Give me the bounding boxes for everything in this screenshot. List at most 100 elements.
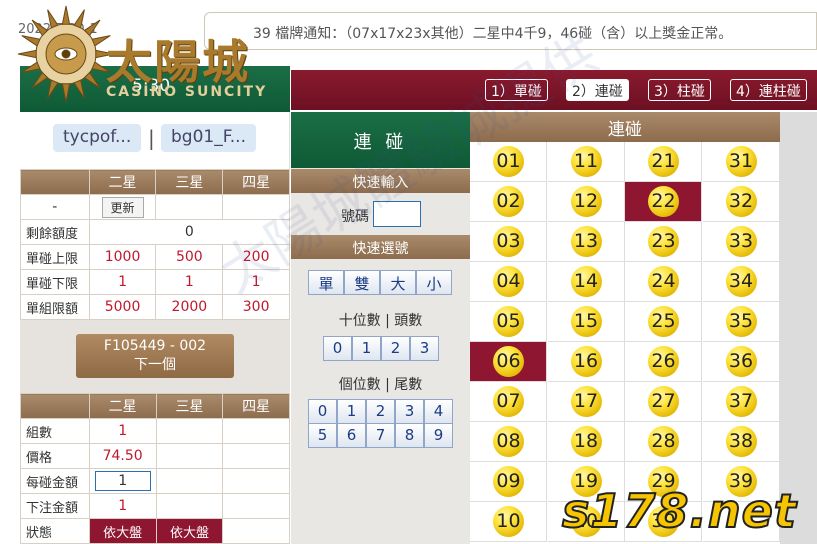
big-button[interactable]: 大 — [380, 270, 416, 295]
number-ball[interactable]: 35 — [725, 306, 757, 337]
number-ball[interactable]: 38 — [725, 426, 757, 457]
ball-cell[interactable]: 04 — [470, 262, 547, 302]
ball-cell[interactable]: 12 — [547, 182, 625, 222]
number-ball[interactable]: 15 — [570, 306, 602, 337]
tab-column[interactable]: 3）柱碰 — [648, 79, 711, 101]
ball-cell[interactable]: 32 — [702, 182, 780, 222]
number-ball[interactable]: 16 — [570, 346, 602, 377]
units-button-4[interactable]: 4 — [424, 399, 453, 424]
units-button-8[interactable]: 8 — [395, 423, 424, 448]
ball-cell[interactable]: 14 — [547, 262, 625, 302]
number-ball[interactable]: 01 — [493, 146, 524, 177]
odd-button[interactable]: 單 — [308, 270, 344, 295]
number-ball[interactable]: 23 — [648, 226, 679, 257]
ball-cell[interactable]: 28 — [625, 422, 702, 462]
user-account-chip[interactable]: tycpof... — [53, 124, 142, 152]
number-ball[interactable]: 02 — [493, 186, 524, 217]
number-ball[interactable]: 37 — [725, 386, 757, 417]
number-ball[interactable]: 10 — [493, 506, 524, 537]
ball-cell[interactable]: 13 — [547, 222, 625, 262]
ball-cell[interactable]: 38 — [702, 422, 780, 462]
number-ball[interactable]: 25 — [648, 306, 679, 337]
tens-button-1[interactable]: 1 — [352, 336, 381, 361]
logo-subtitle: CASINO SUNCITY — [106, 84, 268, 100]
refresh-button[interactable]: 更新 — [101, 196, 144, 218]
ball-cell[interactable]: 03 — [470, 222, 547, 262]
units-button-6[interactable]: 6 — [337, 423, 366, 448]
units-button-1[interactable]: 1 — [337, 399, 366, 424]
next-button[interactable]: F105449 - 002 下一個 — [76, 334, 234, 378]
number-ball[interactable]: 28 — [648, 426, 679, 457]
ball-cell[interactable]: 18 — [547, 422, 625, 462]
number-ball[interactable]: 27 — [648, 386, 679, 417]
number-input[interactable] — [373, 201, 421, 227]
number-ball[interactable]: 07 — [493, 386, 524, 417]
units-button-5[interactable]: 5 — [308, 423, 337, 448]
tab-continuous-column[interactable]: 4）連柱碰 — [730, 79, 807, 101]
ball-cell[interactable]: 25 — [625, 302, 702, 342]
tens-button-2[interactable]: 2 — [381, 336, 410, 361]
number-ball[interactable]: 26 — [648, 346, 679, 377]
number-ball[interactable]: 14 — [570, 266, 602, 297]
number-ball[interactable]: 24 — [648, 266, 679, 297]
ball-cell[interactable]: 36 — [702, 342, 780, 382]
ball-cell[interactable]: 37 — [702, 382, 780, 422]
tab-continuous[interactable]: 2）連碰 — [566, 79, 629, 101]
number-ball[interactable]: 33 — [725, 226, 757, 257]
units-button-3[interactable]: 3 — [395, 399, 424, 424]
ball-cell[interactable]: 11 — [547, 142, 625, 182]
units-button-9[interactable]: 9 — [424, 423, 453, 448]
ball-cell[interactable]: 09 — [470, 462, 547, 502]
ball-cell[interactable]: 06 — [470, 342, 547, 382]
ball-cell[interactable]: 35 — [702, 302, 780, 342]
order-table: 二星 三星 四星 組數 1 價格 74.50 每碰金額 1 下注金額 1 狀態 … — [20, 393, 290, 544]
ball-cell[interactable]: 22 — [625, 182, 702, 222]
number-ball[interactable]: 34 — [725, 266, 757, 297]
number-ball[interactable]: 06 — [493, 346, 524, 377]
number-ball[interactable]: 32 — [725, 186, 757, 217]
number-ball[interactable]: 17 — [570, 386, 602, 417]
number-ball[interactable]: 12 — [570, 186, 602, 217]
number-ball[interactable]: 13 — [570, 226, 602, 257]
ball-cell[interactable]: 23 — [625, 222, 702, 262]
number-ball[interactable]: 05 — [493, 306, 524, 337]
number-ball[interactable]: 11 — [570, 146, 602, 177]
units-button-2[interactable]: 2 — [366, 399, 395, 424]
order-header-4star: 四星 — [222, 393, 290, 419]
number-ball[interactable]: 36 — [725, 346, 757, 377]
small-button[interactable]: 小 — [416, 270, 452, 295]
number-ball[interactable]: 21 — [648, 146, 679, 177]
ball-cell[interactable]: 10 — [470, 502, 547, 542]
number-ball[interactable]: 22 — [648, 186, 679, 217]
tens-button-0[interactable]: 0 — [323, 336, 352, 361]
ball-cell[interactable]: 01 — [470, 142, 547, 182]
number-ball[interactable]: 03 — [493, 226, 524, 257]
ball-cell[interactable]: 07 — [470, 382, 547, 422]
ball-cell[interactable]: 34 — [702, 262, 780, 302]
ball-cell[interactable]: 21 — [625, 142, 702, 182]
ball-cell[interactable]: 26 — [625, 342, 702, 382]
tab-single[interactable]: 1）單碰 — [485, 79, 548, 101]
number-ball[interactable]: 31 — [725, 146, 757, 177]
ball-cell[interactable]: 17 — [547, 382, 625, 422]
units-button-0[interactable]: 0 — [308, 399, 337, 424]
ball-cell[interactable]: 16 — [547, 342, 625, 382]
ball-cell[interactable]: 02 — [470, 182, 547, 222]
ball-cell[interactable]: 31 — [702, 142, 780, 182]
ball-cell[interactable]: 08 — [470, 422, 547, 462]
tens-button-3[interactable]: 3 — [410, 336, 439, 361]
ball-cell[interactable]: 27 — [625, 382, 702, 422]
number-ball[interactable]: 08 — [493, 426, 524, 457]
number-ball[interactable]: 04 — [493, 266, 524, 297]
ball-cell[interactable]: 15 — [547, 302, 625, 342]
bet-type-tabs: 1）單碰 2）連碰 3）柱碰 4）連柱碰 — [291, 70, 817, 110]
even-button[interactable]: 雙 — [344, 270, 380, 295]
ball-cell[interactable]: 33 — [702, 222, 780, 262]
units-button-7[interactable]: 7 — [366, 423, 395, 448]
per-bet-amount-input[interactable]: 1 — [94, 471, 151, 491]
number-ball[interactable]: 09 — [493, 466, 524, 497]
ball-cell[interactable]: 24 — [625, 262, 702, 302]
user-member-chip[interactable]: bg01_F... — [161, 124, 256, 152]
number-ball[interactable]: 18 — [570, 426, 602, 457]
ball-cell[interactable]: 05 — [470, 302, 547, 342]
